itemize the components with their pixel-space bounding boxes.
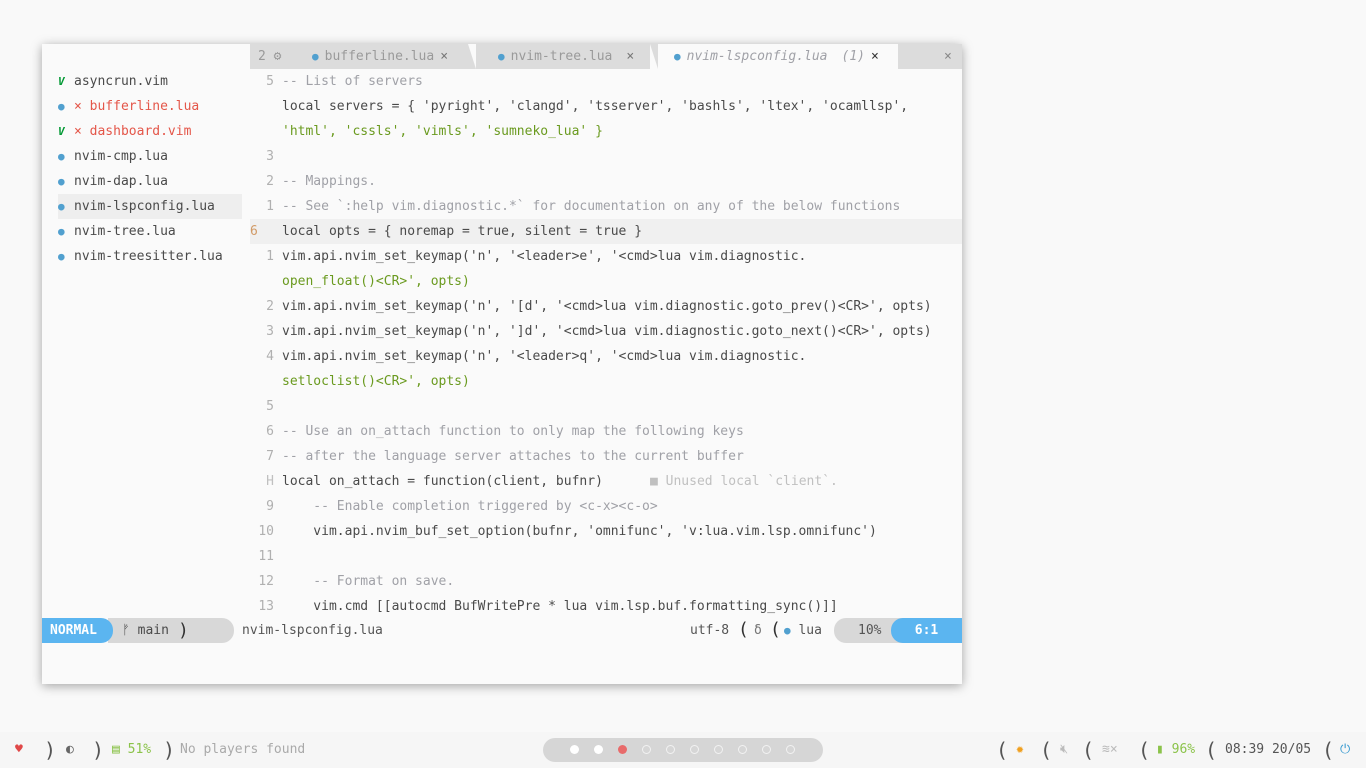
error-icon: × xyxy=(74,99,90,114)
code-line: 1 -- See `:help vim.diagnostic.*` for doc… xyxy=(266,199,901,214)
tab-bufferline[interactable]: ● bufferline.lua × xyxy=(312,44,448,69)
lua-icon: ● xyxy=(498,50,505,63)
vim-icon: V xyxy=(58,75,65,88)
wifi-off-icon[interactable]: ≋× xyxy=(1102,732,1118,768)
close-icon[interactable]: × xyxy=(440,49,448,64)
code-line: 9 -- Enable completion triggered by <c-x… xyxy=(266,499,658,514)
close-all-button[interactable]: × xyxy=(944,44,952,69)
file-item-active[interactable]: ● nvim-lspconfig.lua xyxy=(58,194,242,219)
code-line-current: 6 local opts = { noremap = true, silent =… xyxy=(250,219,962,244)
heart-icon[interactable]: ♥ xyxy=(15,732,23,768)
vim-icon: V xyxy=(58,125,65,138)
code-line: 3 xyxy=(266,149,274,164)
code-line: 5 xyxy=(266,399,274,414)
code-line: 7 -- after the language server attaches t… xyxy=(266,449,744,464)
battery-icon: ▮ xyxy=(1156,742,1164,757)
workspace-dot[interactable] xyxy=(666,745,675,754)
file-item[interactable]: Vasyncrun.vim xyxy=(58,69,242,94)
cpu-icon: ▤ xyxy=(112,742,120,757)
gear-icon: ⚙ xyxy=(273,49,282,64)
workspace-dot[interactable] xyxy=(594,745,603,754)
hint-icon: ■ xyxy=(650,474,666,489)
file-item[interactable]: ● nvim-dap.lua xyxy=(58,169,242,194)
workspace-dot[interactable] xyxy=(642,745,651,754)
tab-separator xyxy=(468,44,476,69)
workspace-dot[interactable] xyxy=(714,745,723,754)
mode-indicator: NORMAL xyxy=(42,618,113,643)
file-tree: Vasyncrun.vim ● × bufferline.lua V × dashb… xyxy=(42,44,242,618)
code-line: local servers = { 'pyright', 'clangd', '… xyxy=(282,99,909,114)
file-item[interactable]: ● nvim-cmp.lua xyxy=(58,144,242,169)
system-bar: ♥ ) ◐ ) ▤ 51% ) No players found ( ✹ ( 🔇… xyxy=(0,732,1366,768)
encoding: utf-8 xyxy=(690,623,730,638)
workspace-dot[interactable] xyxy=(738,745,747,754)
file-item[interactable]: V × dashboard.vim xyxy=(58,119,242,144)
code-line: Hlocal on_attach = function(client, bufn… xyxy=(250,469,962,494)
code-line: 10 vim.api.nvim_buf_set_option(bufnr, 'o… xyxy=(258,524,877,539)
error-icon: × xyxy=(74,124,90,139)
tab-nvim-tree[interactable]: ● nvim-tree.lua × xyxy=(498,44,634,69)
workspace-dot[interactable] xyxy=(618,745,627,754)
battery-indicator: ▮ 96% xyxy=(1156,742,1196,757)
code-editor[interactable]: 5 -- List of servers local servers = { 'p… xyxy=(250,69,962,618)
workspace-dot[interactable] xyxy=(762,745,771,754)
toggle-icon[interactable]: ◐ xyxy=(66,732,74,768)
lua-icon: ● xyxy=(784,624,791,637)
lua-icon: ● xyxy=(674,50,681,63)
buffer-tabbar: 2 ⚙ ● bufferline.lua × ● nvim-tree.lua × ● nv… xyxy=(250,44,962,69)
os-icon: δ xyxy=(754,623,762,638)
statusline: ᚠ main) NORMAL nvim-lspconfig.lua utf-8 … xyxy=(42,618,962,643)
media-player-status: No players found xyxy=(180,742,306,757)
code-line: 11 xyxy=(258,549,274,564)
nvim-window: Vasyncrun.vim ● × bufferline.lua V × dashb… xyxy=(42,44,962,684)
workspace-dot[interactable] xyxy=(786,745,795,754)
code-line: 1 vim.api.nvim_set_keymap('n', '<leader>e… xyxy=(266,249,807,264)
close-icon[interactable]: × xyxy=(626,49,634,64)
git-branch: ᚠ main) xyxy=(108,618,234,643)
mute-icon[interactable]: 🔇︎ xyxy=(1060,732,1068,768)
close-icon: × xyxy=(944,49,952,64)
workspace-dot[interactable] xyxy=(570,745,579,754)
file-item[interactable]: ● × bufferline.lua xyxy=(58,94,242,119)
buffer-count: 2 ⚙ xyxy=(258,49,282,64)
lua-icon: ● xyxy=(58,200,65,213)
workspace-switcher xyxy=(543,738,823,762)
tab-separator xyxy=(650,44,658,69)
clock: 08:39 20/05 xyxy=(1225,742,1312,757)
cursor-position: 6:1 xyxy=(891,618,962,643)
cpu-indicator: ▤ 51% xyxy=(112,742,152,757)
code-line: 5 -- List of servers xyxy=(266,74,423,89)
diagnostic-hint: ■ Unused local `client`. xyxy=(650,474,838,489)
workspace-dot[interactable] xyxy=(690,745,699,754)
code-line: 2 -- Mappings. xyxy=(266,174,376,189)
tab-nvim-lspconfig[interactable]: ● nvim-lspconfig.lua (1) × xyxy=(658,44,898,69)
lua-icon: ● xyxy=(58,175,65,188)
code-line: 3 vim.api.nvim_set_keymap('n', ']d', '<cm… xyxy=(266,324,932,339)
code-line: 6 -- Use an on_attach function to only ma… xyxy=(266,424,744,439)
file-item[interactable]: ● nvim-treesitter.lua xyxy=(58,244,242,269)
lua-icon: ● xyxy=(58,100,65,113)
code-line: 4 vim.api.nvim_set_keymap('n', '<leader>q… xyxy=(266,349,807,364)
lua-icon: ● xyxy=(58,250,65,263)
filetype: ● lua xyxy=(784,623,822,638)
power-icon[interactable]: ⏻ xyxy=(1340,732,1350,768)
code-line: setloclist()<CR>', opts) xyxy=(282,374,470,389)
brightness-icon[interactable]: ✹ xyxy=(1016,732,1024,768)
lua-icon: ● xyxy=(312,50,319,63)
code-line: 2 vim.api.nvim_set_keymap('n', '[d', '<cm… xyxy=(266,299,932,314)
lua-icon: ● xyxy=(58,150,65,163)
code-line: 12 -- Format on save. xyxy=(258,574,455,589)
lua-icon: ● xyxy=(58,225,65,238)
code-line: open_float()<CR>', opts) xyxy=(282,274,470,289)
close-icon[interactable]: × xyxy=(871,49,879,64)
statusline-filename: nvim-lspconfig.lua xyxy=(242,623,383,638)
branch-icon: ᚠ xyxy=(122,623,130,638)
code-line: 'html', 'cssls', 'vimls', 'sumneko_lua' … xyxy=(282,124,603,139)
file-item[interactable]: ● nvim-tree.lua xyxy=(58,219,242,244)
code-line: 13 vim.cmd [[autocmd BufWritePre * lua v… xyxy=(258,599,838,614)
